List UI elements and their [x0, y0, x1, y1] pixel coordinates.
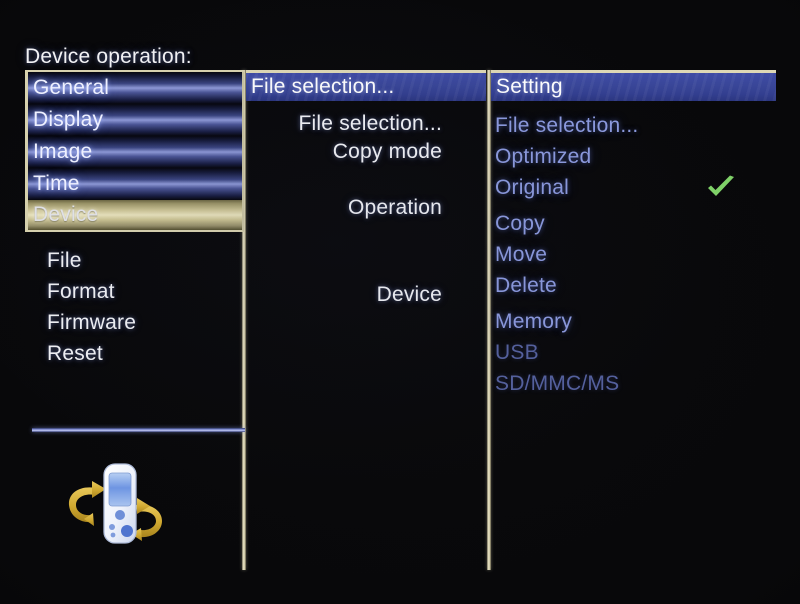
- device-rotate-icon: [58, 455, 178, 560]
- middle-item-copy-mode[interactable]: Copy mode: [246, 140, 442, 164]
- left-panel: General Display Image Time Device File F…: [25, 70, 245, 570]
- device-operation-screen: Device operation: General Display Image …: [0, 0, 800, 604]
- middle-panel-header-label: File selection...: [251, 75, 395, 98]
- media-player-body: [103, 463, 137, 544]
- page-title: Device operation:: [25, 45, 192, 68]
- setting-item-file-selection[interactable]: File selection...: [493, 110, 776, 141]
- category-item-display[interactable]: Display: [28, 104, 244, 136]
- setting-item-label: Delete: [495, 273, 557, 297]
- setting-item-label: File selection...: [495, 113, 639, 137]
- category-list: General Display Image Time Device: [25, 70, 244, 232]
- category-label: Time: [33, 172, 80, 195]
- device-sub-item-list: File Format Firmware Reset: [47, 245, 136, 369]
- setting-item-memory[interactable]: Memory: [493, 306, 776, 337]
- category-label: Image: [33, 140, 93, 163]
- category-item-general[interactable]: General: [28, 72, 244, 104]
- sub-item-firmware[interactable]: Firmware: [47, 307, 136, 338]
- rotate-arrow-left: [68, 481, 106, 526]
- middle-panel-header[interactable]: File selection...: [246, 70, 486, 101]
- right-panel: Setting File selection... Optimized Orig…: [491, 70, 776, 570]
- category-label: Device: [33, 203, 99, 226]
- middle-item-operation[interactable]: Operation: [246, 196, 442, 220]
- sub-item-reset[interactable]: Reset: [47, 338, 136, 369]
- sub-item-format[interactable]: Format: [47, 276, 136, 307]
- setting-item-optimized[interactable]: Optimized: [493, 141, 776, 172]
- setting-item-label: Memory: [495, 309, 573, 333]
- setting-item-label: Original: [495, 175, 569, 199]
- setting-item-original[interactable]: Original: [493, 172, 776, 203]
- category-label: Display: [33, 108, 104, 131]
- setting-item-delete[interactable]: Delete: [493, 270, 776, 301]
- setting-item-usb[interactable]: USB: [493, 337, 776, 368]
- middle-item-device[interactable]: Device: [246, 283, 442, 307]
- setting-item-copy[interactable]: Copy: [493, 208, 776, 239]
- middle-panel: File selection... File selection... Copy…: [246, 70, 486, 570]
- setting-item-move[interactable]: Move: [493, 239, 776, 270]
- setting-item-list: File selection... Optimized Original Cop…: [493, 110, 776, 399]
- right-panel-header-label: Setting: [496, 75, 563, 98]
- middle-item-file-selection[interactable]: File selection...: [246, 112, 442, 136]
- category-item-device-selected[interactable]: Device: [28, 200, 244, 232]
- right-panel-header[interactable]: Setting: [491, 70, 776, 101]
- setting-item-label: Move: [495, 242, 548, 266]
- setting-item-label: SD/MMC/MS: [495, 371, 620, 395]
- horizontal-accent-rule: [32, 428, 245, 432]
- setting-item-label: Copy: [495, 211, 545, 235]
- category-label: General: [33, 76, 110, 99]
- check-icon: [706, 175, 736, 199]
- middle-item-list: File selection... Copy mode Operation De…: [246, 108, 442, 307]
- category-item-image[interactable]: Image: [28, 136, 244, 168]
- sub-item-file[interactable]: File: [47, 245, 136, 276]
- setting-item-label: Optimized: [495, 144, 592, 168]
- setting-item-label: USB: [495, 340, 539, 364]
- setting-item-sd-mmc-ms[interactable]: SD/MMC/MS: [493, 368, 776, 399]
- category-item-time[interactable]: Time: [28, 168, 244, 200]
